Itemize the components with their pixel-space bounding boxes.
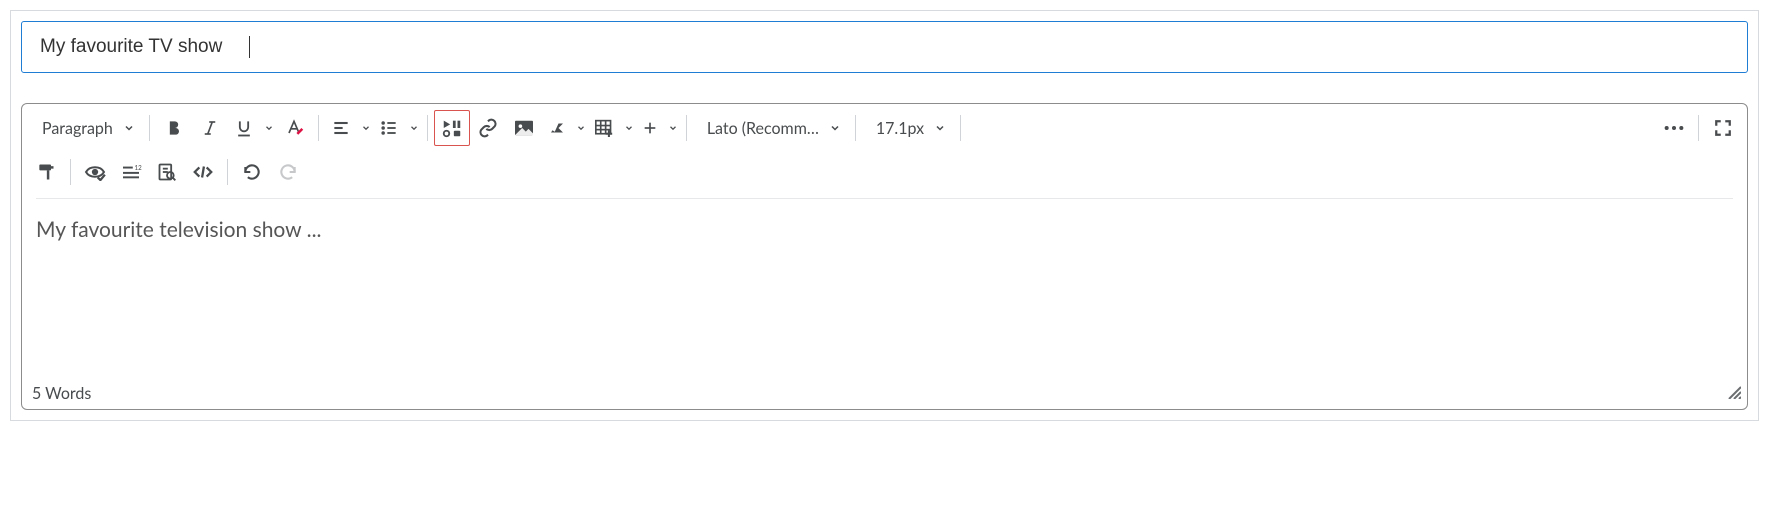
format-painter-button[interactable]: [28, 154, 64, 190]
more-actions-button[interactable]: [1656, 110, 1692, 146]
font-size-label: 17.1px: [876, 119, 924, 138]
source-code-button[interactable]: [185, 154, 221, 190]
italic-button[interactable]: [192, 110, 228, 146]
link-button[interactable]: [470, 110, 506, 146]
word-count-label: 5 Words: [32, 384, 91, 403]
editor-panel: Paragraph: [10, 10, 1759, 421]
svg-text:123: 123: [135, 165, 142, 172]
chevron-down-icon: [409, 123, 419, 133]
title-input[interactable]: [21, 21, 1748, 73]
block-format-dropdown[interactable]: Paragraph: [28, 110, 143, 146]
editor-footer: 5 Words: [22, 379, 1747, 409]
separator: [855, 115, 856, 141]
font-family-label: Lato (Recomm…: [707, 119, 819, 138]
equation-button[interactable]: [542, 110, 588, 146]
font-family-dropdown[interactable]: Lato (Recomm…: [693, 110, 849, 146]
chevron-down-icon: [361, 123, 371, 133]
redo-button[interactable]: [270, 154, 306, 190]
separator: [149, 115, 150, 141]
toolbar: Paragraph: [22, 104, 1747, 199]
chevron-down-icon: [829, 119, 841, 138]
rich-text-editor: Paragraph: [21, 103, 1748, 410]
chevron-down-icon: [934, 119, 946, 138]
underline-button[interactable]: [228, 110, 276, 146]
align-button[interactable]: [325, 110, 373, 146]
title-field-wrap: [21, 21, 1748, 73]
insert-more-button[interactable]: [636, 110, 680, 146]
resize-handle-icon[interactable]: [1725, 383, 1741, 403]
separator: [686, 115, 687, 141]
undo-button[interactable]: [234, 154, 270, 190]
separator: [960, 115, 961, 141]
separator: [318, 115, 319, 141]
fullscreen-button[interactable]: [1705, 110, 1741, 146]
font-size-dropdown[interactable]: 17.1px: [862, 110, 954, 146]
chevron-down-icon: [624, 123, 634, 133]
text-caret: [249, 36, 250, 58]
chevron-down-icon: [123, 119, 135, 138]
insert-stuff-button[interactable]: [434, 110, 470, 146]
accessibility-checker-button[interactable]: [77, 154, 113, 190]
chevron-down-icon: [576, 123, 586, 133]
editor-content[interactable]: My favourite television show ...: [22, 199, 1747, 379]
chevron-down-icon: [668, 123, 678, 133]
bold-button[interactable]: [156, 110, 192, 146]
image-button[interactable]: [506, 110, 542, 146]
separator: [1698, 115, 1699, 141]
toolbar-row-2: 123: [28, 150, 1741, 194]
block-format-label: Paragraph: [42, 119, 113, 138]
list-button[interactable]: [373, 110, 421, 146]
separator: [227, 159, 228, 185]
table-button[interactable]: [588, 110, 636, 146]
chevron-down-icon: [264, 123, 274, 133]
separator: [427, 115, 428, 141]
toolbar-row-1: Paragraph: [28, 106, 1741, 150]
text-color-button[interactable]: [276, 110, 312, 146]
preview-button[interactable]: [149, 154, 185, 190]
word-count-button[interactable]: 123: [113, 154, 149, 190]
content-text: My favourite television show ...: [36, 217, 322, 242]
separator: [70, 159, 71, 185]
